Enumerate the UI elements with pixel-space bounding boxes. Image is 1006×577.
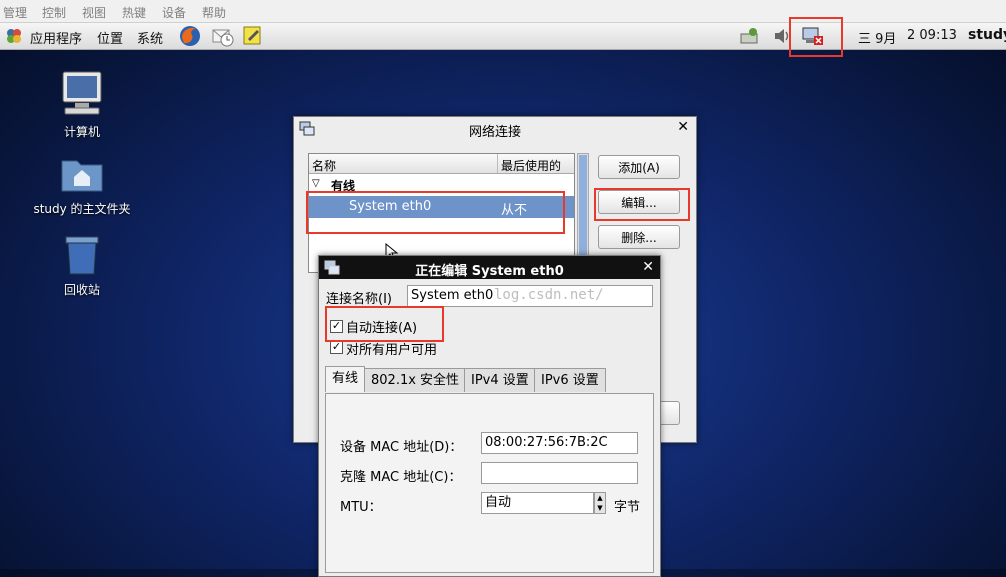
vm-menu-view[interactable]: 视图 — [82, 4, 106, 21]
desktop-icon-trash[interactable]: 回收站 — [27, 234, 137, 298]
vm-menu-control[interactable]: 控制 — [42, 4, 66, 21]
vm-menu-help[interactable]: 帮助 — [202, 4, 226, 21]
desktop-icon-label: 回收站 — [63, 283, 100, 297]
vm-menu-devices[interactable]: 设备 — [162, 4, 186, 21]
tab-ipv6[interactable]: IPv6 设置 — [534, 368, 606, 392]
panel-menu-system[interactable]: 系统 — [137, 28, 163, 47]
vm-menubar: 管理 控制 视图 热键 设备 帮助 — [0, 0, 1006, 23]
column-header-name[interactable]: 名称 — [312, 157, 336, 174]
dialog-close-icon[interactable]: ✕ — [642, 259, 654, 275]
vm-menu-manage[interactable]: 管理 — [3, 4, 27, 21]
add-button[interactable]: 添加(A) — [598, 155, 680, 179]
clone-mac-input[interactable] — [481, 462, 638, 484]
computer-icon — [62, 71, 102, 115]
annotation-box-edit — [594, 188, 690, 221]
desktop-icon-label: study 的主文件夹 — [33, 202, 131, 216]
annotation-box-network-icon — [789, 17, 843, 57]
firefox-icon[interactable] — [178, 24, 202, 48]
tab-8021x-security[interactable]: 802.1x 安全性 — [364, 368, 467, 392]
close-icon[interactable]: ✕ — [677, 119, 689, 135]
connection-name-label: 连接名称(I) — [326, 292, 392, 307]
mail-clock-icon[interactable] — [210, 24, 234, 48]
panel-menu-applications[interactable]: 应用程序 — [30, 28, 82, 47]
all-users-checkbox[interactable]: ✓ — [330, 341, 343, 354]
annotation-box-auto-connect — [325, 306, 444, 342]
update-icon[interactable] — [739, 26, 761, 46]
vm-menu-hotkey[interactable]: 热键 — [122, 4, 146, 21]
desktop-icon-computer[interactable]: 计算机 — [27, 70, 137, 140]
gnome-foot-icon[interactable] — [5, 27, 23, 45]
window-title: 网络连接 — [468, 125, 521, 140]
panel-user[interactable]: study — [968, 27, 1006, 43]
edit-connection-dialog: 正在编辑 System eth0 ✕ 连接名称(I) System eth0 l… — [318, 255, 661, 577]
panel-time[interactable]: 2 09:13 — [907, 28, 957, 43]
mtu-spinner[interactable]: ▲ ▼ — [594, 492, 606, 514]
watermark-text: log.csdn.net/ — [494, 287, 604, 303]
delete-button[interactable]: 删除... — [598, 225, 680, 249]
mtu-unit-label: 字节 — [614, 500, 641, 515]
mac-address-label: 设备 MAC 地址(D)： — [340, 440, 463, 455]
expander-arrow-icon[interactable]: ▽ — [312, 178, 320, 189]
column-header-last-used[interactable]: 最后使用的 — [501, 157, 561, 174]
annotation-box-row — [306, 191, 565, 234]
desktop-icon-label: 计算机 — [63, 125, 100, 139]
notes-editor-icon[interactable] — [242, 24, 264, 46]
top-panel: 应用程序 位置 系统 三 9月 2 09:13 study — [0, 23, 1006, 50]
dialog-title: 正在编辑 System eth0 — [415, 264, 564, 279]
clone-mac-label: 克隆 MAC 地址(C)： — [340, 470, 462, 485]
panel-menu-places[interactable]: 位置 — [97, 28, 123, 47]
desktop-icon-home[interactable]: study 的主文件夹 — [27, 153, 137, 217]
column-divider — [497, 154, 498, 173]
mtu-label: MTU： — [340, 500, 382, 515]
home-folder-icon — [61, 160, 103, 192]
mac-address-input[interactable]: 08:00:27:56:7B:2C — [481, 432, 638, 454]
tab-wired[interactable]: 有线 — [325, 366, 366, 392]
panel-date[interactable]: 三 9月 — [858, 28, 896, 47]
trash-icon — [65, 236, 99, 275]
tab-ipv4[interactable]: IPv4 设置 — [464, 368, 536, 392]
scrollbar-thumb[interactable] — [579, 155, 587, 255]
tab-bar: 有线 802.1x 安全性 IPv4 设置 IPv6 设置 — [325, 366, 655, 394]
mtu-input[interactable]: 自动 — [481, 492, 594, 514]
